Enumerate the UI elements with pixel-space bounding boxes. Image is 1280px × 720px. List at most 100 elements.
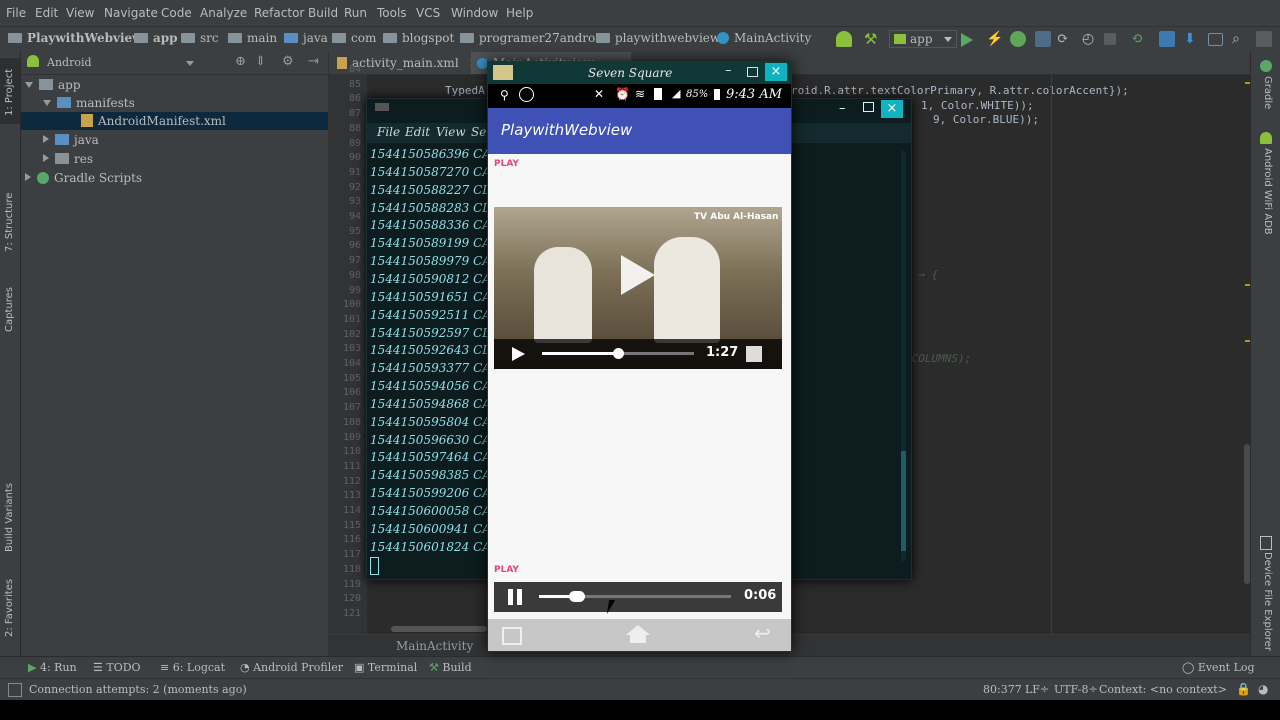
breadcrumb-blogspot[interactable]: blogspot: [383, 31, 454, 45]
breadcrumb-src[interactable]: src: [181, 31, 219, 45]
recent-apps-icon[interactable]: [502, 627, 522, 645]
line-separator[interactable]: LF÷: [1025, 683, 1049, 696]
play-label-audio[interactable]: PLAY: [494, 565, 519, 575]
chevron-down-icon[interactable]: [186, 61, 194, 66]
tree-item-gradle-scripts[interactable]: Gradle Scripts: [25, 169, 142, 187]
wifi-adb-tool-label[interactable]: Android WiFi ADB: [1262, 148, 1273, 235]
gradle-tool-label[interactable]: Gradle: [1262, 76, 1273, 109]
todo-tool-button[interactable]: ☰ TODO: [93, 661, 141, 674]
hide-icon[interactable]: ⇥: [308, 54, 319, 69]
status-toggle-icon[interactable]: [8, 683, 22, 697]
stop-icon[interactable]: [1104, 33, 1116, 45]
tree-item-manifests[interactable]: manifests: [43, 94, 135, 112]
run-tool-button[interactable]: ▶ 4: Run: [28, 661, 77, 674]
build-tool-button[interactable]: ⚒ Build: [429, 661, 472, 674]
breadcrumb-programer27android[interactable]: programer27android: [460, 31, 607, 45]
device-icon[interactable]: [1260, 536, 1272, 550]
sync-icon[interactable]: ⟲: [1131, 31, 1147, 47]
project-tool-label[interactable]: 1: Project: [4, 69, 15, 116]
run-icon[interactable]: [961, 33, 973, 47]
breadcrumb-java[interactable]: java: [284, 31, 328, 45]
horizontal-scrollbar[interactable]: [391, 626, 487, 632]
terminal-menu-view[interactable]: View: [436, 125, 466, 139]
project-structure-icon[interactable]: [1208, 33, 1223, 46]
collapse-icon[interactable]: ⇕: [255, 54, 266, 69]
breadcrumb-app[interactable]: app: [134, 31, 178, 45]
logcat-tool-button[interactable]: ≡ 6: Logcat: [160, 661, 225, 674]
breadcrumb-mainactivity[interactable]: MainActivity: [717, 31, 811, 45]
menu-run[interactable]: Run: [344, 6, 367, 20]
menu-vcs[interactable]: VCS: [416, 6, 440, 20]
menu-code[interactable]: Code: [161, 6, 192, 20]
structure-tool-label[interactable]: 7: Structure: [4, 193, 15, 252]
pause-icon[interactable]: [508, 589, 513, 605]
file-encoding[interactable]: UTF-8÷: [1054, 683, 1098, 696]
menu-navigate[interactable]: Navigate: [104, 6, 158, 20]
profiler-tool-button[interactable]: ◔ Android Profiler: [240, 661, 343, 674]
terminal-scroll-thumb[interactable]: [901, 451, 906, 551]
audio-seek-track[interactable]: [539, 591, 731, 602]
menu-refactor[interactable]: Refactor: [254, 6, 304, 20]
menu-build[interactable]: Build: [308, 6, 338, 20]
sdk-manager-icon[interactable]: ⬇: [1184, 31, 1200, 47]
video-seek-thumb[interactable]: [612, 348, 624, 359]
layout-icon[interactable]: [1256, 31, 1272, 47]
menu-window[interactable]: Window: [451, 6, 498, 20]
debug-icon[interactable]: [1010, 31, 1026, 47]
gradle-icon[interactable]: [1260, 60, 1272, 72]
terminal-menu-search[interactable]: Se: [471, 125, 486, 139]
gear-icon[interactable]: ⚙: [282, 54, 294, 69]
profile-icon[interactable]: [1035, 31, 1051, 47]
context-indicator[interactable]: Context: <no context>: [1099, 683, 1227, 696]
target-icon[interactable]: ⊕: [235, 54, 246, 69]
menu-help[interactable]: Help: [506, 6, 533, 20]
audio-player[interactable]: 0:06: [494, 582, 782, 612]
run-config-selector[interactable]: app: [889, 30, 957, 48]
maximize-icon[interactable]: [863, 102, 874, 112]
back-icon[interactable]: ↩: [754, 621, 771, 645]
minimize-icon[interactable]: –: [725, 63, 732, 78]
minimize-icon[interactable]: –: [839, 101, 846, 116]
maximize-icon[interactable]: [747, 67, 758, 77]
play-icon[interactable]: [512, 347, 525, 361]
favorites-tool-label[interactable]: 2: Favorites: [4, 579, 15, 637]
tree-item-res[interactable]: res: [43, 150, 93, 168]
hammer-icon[interactable]: ⚒: [864, 31, 880, 47]
breadcrumb-com[interactable]: com: [332, 31, 376, 45]
coverage-icon[interactable]: ◴: [1082, 31, 1098, 47]
tree-item-androidmanifest[interactable]: AndroidManifest.xml: [21, 112, 328, 130]
inspector-icon[interactable]: ◕: [1258, 682, 1268, 696]
apply-changes-icon[interactable]: ⚡: [986, 31, 1003, 47]
event-log-button[interactable]: ◯ Event Log: [1182, 661, 1255, 674]
attach-icon[interactable]: ⟳: [1057, 31, 1073, 47]
close-icon[interactable]: ×: [765, 63, 787, 81]
home-icon[interactable]: [626, 625, 650, 635]
menu-file[interactable]: File: [6, 6, 26, 20]
menu-view[interactable]: View: [66, 6, 94, 20]
breadcrumb-project[interactable]: PlaywithWebview: [8, 31, 143, 45]
play-label-video[interactable]: PLAY: [494, 159, 519, 169]
menu-analyze[interactable]: Analyze: [200, 6, 247, 20]
project-view-selector[interactable]: Android: [47, 56, 92, 69]
build-variants-tool-label[interactable]: Build Variants: [4, 483, 15, 552]
tree-item-java[interactable]: java: [43, 131, 99, 149]
audio-seek-thumb[interactable]: [569, 591, 585, 602]
device-file-explorer-label[interactable]: Device File Explorer: [1262, 552, 1273, 651]
menu-tools[interactable]: Tools: [377, 6, 407, 20]
breadcrumb-playwithwebview[interactable]: playwithwebview: [596, 31, 720, 45]
android-icon[interactable]: [836, 31, 852, 47]
breadcrumb-main[interactable]: main: [228, 31, 277, 45]
terminal-menu-edit[interactable]: Edit: [405, 125, 430, 139]
pause-icon[interactable]: [517, 589, 522, 605]
tree-item-app[interactable]: app: [25, 76, 81, 94]
close-icon[interactable]: ×: [881, 100, 903, 118]
video-seek-track[interactable]: [542, 348, 694, 359]
lock-icon[interactable]: 🔒: [1236, 682, 1251, 696]
play-overlay-icon[interactable]: [621, 255, 655, 295]
captures-tool-label[interactable]: Captures: [4, 287, 15, 332]
terminal-scroll-track[interactable]: [901, 151, 906, 561]
fullscreen-icon[interactable]: [746, 346, 762, 362]
terminal-tool-button[interactable]: ▣ Terminal: [354, 661, 417, 674]
video-player[interactable]: TV Abu Al-Hasan 1:27: [494, 207, 782, 369]
caret-position[interactable]: 80:377: [983, 683, 1022, 696]
